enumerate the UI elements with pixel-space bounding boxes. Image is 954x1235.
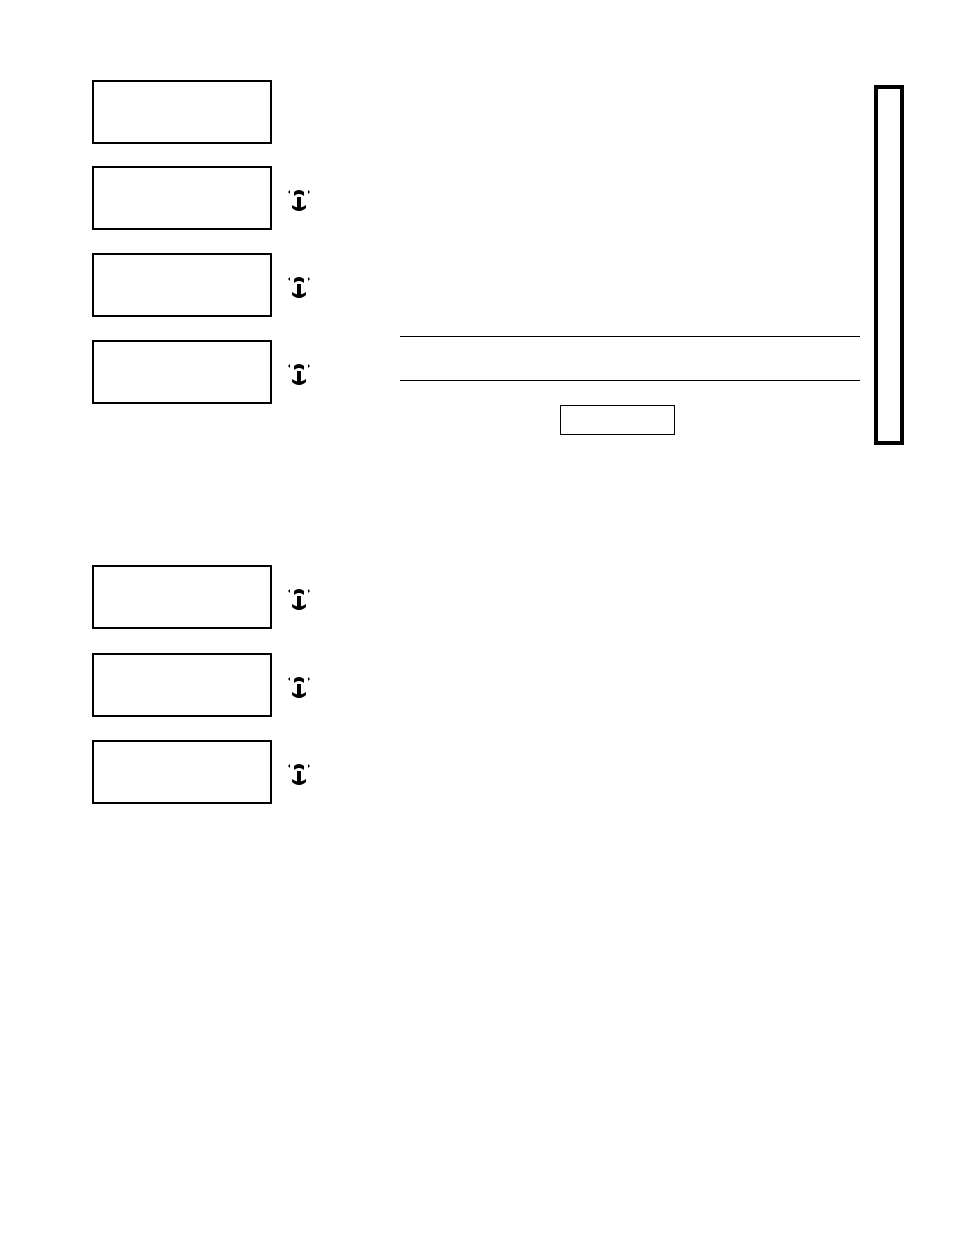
display-box	[92, 166, 272, 230]
document-page	[0, 0, 954, 1235]
phone-ring-icon	[286, 188, 312, 214]
display-box	[92, 740, 272, 804]
separator-line	[400, 380, 860, 381]
phone-ring-icon	[286, 362, 312, 388]
phone-ring-icon	[286, 275, 312, 301]
side-tab-marker	[874, 85, 904, 445]
phone-ring-icon	[286, 675, 312, 701]
display-box	[92, 80, 272, 144]
display-box	[92, 653, 272, 717]
phone-ring-icon	[286, 762, 312, 788]
separator-line	[400, 336, 860, 337]
display-box	[92, 340, 272, 404]
small-input-box	[560, 405, 675, 435]
display-box	[92, 253, 272, 317]
display-box	[92, 565, 272, 629]
phone-ring-icon	[286, 587, 312, 613]
